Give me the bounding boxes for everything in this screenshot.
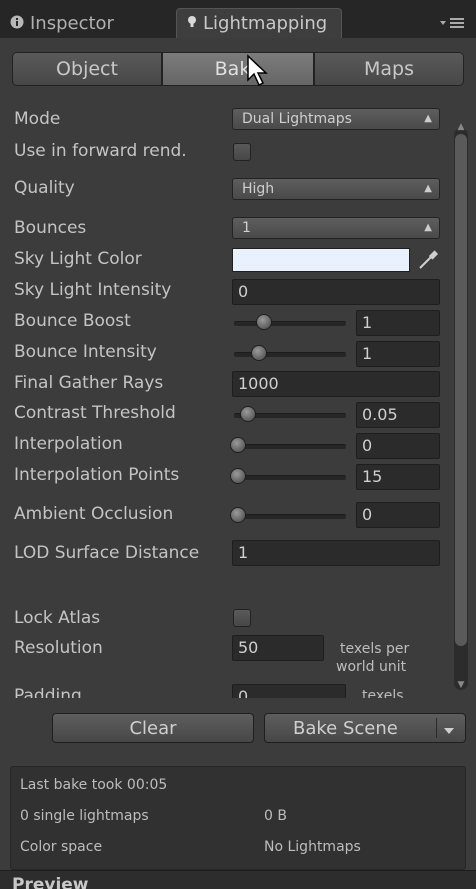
clear-button-label: Clear bbox=[129, 717, 177, 739]
updown-arrow-icon: ▲ bbox=[424, 183, 432, 194]
resolution-unit-line2: world unit bbox=[336, 659, 407, 675]
bounce-intensity-slider-thumb[interactable] bbox=[251, 345, 267, 361]
mode-dropdown-value: Dual Lightmaps bbox=[242, 111, 352, 127]
lightmapping-panel bbox=[0, 38, 476, 888]
quality-dropdown-value: High bbox=[242, 181, 275, 197]
final-gather-label: Final Gather Rays bbox=[14, 373, 164, 393]
tab-inspector[interactable]: Inspector bbox=[10, 8, 170, 38]
resolution-field[interactable]: 50 bbox=[232, 635, 324, 661]
bake-scene-button-label: Bake Scene bbox=[293, 717, 398, 739]
tab-lightmapping-label: Lightmapping bbox=[203, 13, 328, 34]
sky-color-swatch[interactable] bbox=[232, 248, 410, 272]
color-space-label: Color space bbox=[20, 839, 103, 855]
bounces-dropdown[interactable]: 1 ▲ bbox=[232, 217, 440, 239]
info-icon bbox=[10, 13, 24, 34]
preview-title: Preview bbox=[12, 875, 89, 889]
quality-label: Quality bbox=[14, 178, 75, 198]
updown-arrow-icon: ▲ bbox=[424, 113, 432, 124]
tab-object-label: Object bbox=[56, 58, 118, 80]
final-gather-field[interactable]: 1000 bbox=[232, 371, 440, 397]
mode-dropdown[interactable]: Dual Lightmaps ▲ bbox=[232, 108, 440, 130]
tab-object[interactable]: Object bbox=[12, 52, 162, 86]
ao-slider-thumb[interactable] bbox=[230, 507, 246, 523]
bounce-boost-slider-thumb[interactable] bbox=[256, 314, 272, 330]
bounces-dropdown-value: 1 bbox=[242, 220, 251, 236]
tab-maps[interactable]: Maps bbox=[314, 52, 464, 86]
ao-label: Ambient Occlusion bbox=[14, 504, 174, 524]
clear-button[interactable]: Clear bbox=[52, 713, 254, 743]
lightbulb-icon bbox=[187, 13, 197, 34]
ao-field[interactable]: 0 bbox=[356, 502, 440, 528]
resolution-label: Resolution bbox=[14, 638, 103, 658]
panel-menu-icon[interactable] bbox=[438, 16, 468, 36]
bounces-label: Bounces bbox=[14, 218, 87, 238]
lod-field[interactable]: 1 bbox=[232, 540, 440, 566]
interpolation-slider-thumb[interactable] bbox=[230, 437, 246, 453]
tab-bar: Inspector Lightmapping bbox=[0, 0, 476, 38]
bounce-boost-field[interactable]: 1 bbox=[356, 310, 440, 336]
contrast-field[interactable]: 0.05 bbox=[356, 402, 440, 428]
tab-inspector-label: Inspector bbox=[30, 12, 114, 34]
interpolation-slider[interactable] bbox=[234, 444, 346, 449]
forward-label: Use in forward rend. bbox=[14, 141, 187, 161]
eyedropper-icon[interactable] bbox=[416, 248, 440, 272]
padding-label: Padding bbox=[14, 686, 82, 698]
interpolation-label: Interpolation bbox=[14, 434, 123, 454]
lock-atlas-label: Lock Atlas bbox=[14, 608, 101, 628]
ao-slider[interactable] bbox=[234, 514, 346, 519]
sky-color-label: Sky Light Color bbox=[14, 249, 142, 269]
tab-maps-label: Maps bbox=[364, 58, 414, 80]
scroll-down-icon[interactable]: ▼ bbox=[455, 680, 467, 690]
bounce-boost-label: Bounce Boost bbox=[14, 311, 131, 331]
sky-intensity-field[interactable]: 0 bbox=[232, 279, 440, 305]
mode-label: Mode bbox=[14, 109, 61, 129]
interp-points-field[interactable]: 15 bbox=[356, 464, 440, 490]
padding-field[interactable]: 0 bbox=[232, 684, 346, 698]
last-bake-text: Last bake took 00:05 bbox=[20, 777, 168, 793]
resolution-unit-line1: texels per bbox=[340, 641, 410, 657]
lock-atlas-checkbox[interactable] bbox=[233, 609, 251, 627]
forward-checkbox[interactable] bbox=[233, 143, 251, 161]
updown-arrow-icon: ▲ bbox=[424, 222, 432, 233]
dropdown-arrow-icon[interactable] bbox=[442, 722, 458, 736]
padding-unit: texels bbox=[362, 688, 404, 698]
interp-points-slider[interactable] bbox=[234, 475, 346, 480]
interpolation-field[interactable]: 0 bbox=[356, 433, 440, 459]
tab-bake[interactable]: Bake bbox=[162, 52, 314, 86]
padding-row-clip: Padding 0 texels bbox=[0, 684, 452, 698]
preview-header[interactable]: Preview bbox=[0, 870, 476, 889]
interp-points-label: Interpolation Points bbox=[14, 465, 180, 485]
color-space-value: No Lightmaps bbox=[264, 839, 361, 855]
contrast-label: Contrast Threshold bbox=[14, 403, 176, 423]
tab-lightmapping[interactable]: Lightmapping bbox=[176, 8, 342, 38]
lightmap-size-text: 0 B bbox=[264, 808, 287, 824]
bounce-intensity-field[interactable]: 1 bbox=[356, 341, 440, 367]
mouse-cursor-icon bbox=[246, 54, 274, 90]
scroll-up-icon[interactable]: ▲ bbox=[455, 122, 467, 132]
quality-dropdown[interactable]: High ▲ bbox=[232, 178, 440, 200]
bounce-boost-slider[interactable] bbox=[234, 321, 346, 326]
contrast-slider-thumb[interactable] bbox=[240, 406, 256, 422]
single-lightmaps-text: 0 single lightmaps bbox=[20, 808, 149, 824]
sky-intensity-label: Sky Light Intensity bbox=[14, 280, 172, 300]
bounce-intensity-label: Bounce Intensity bbox=[14, 342, 157, 362]
interp-points-slider-thumb[interactable] bbox=[230, 468, 246, 484]
scrollbar-thumb[interactable] bbox=[455, 134, 467, 646]
lod-label: LOD Surface Distance bbox=[14, 543, 200, 563]
bake-button-divider bbox=[436, 718, 437, 738]
